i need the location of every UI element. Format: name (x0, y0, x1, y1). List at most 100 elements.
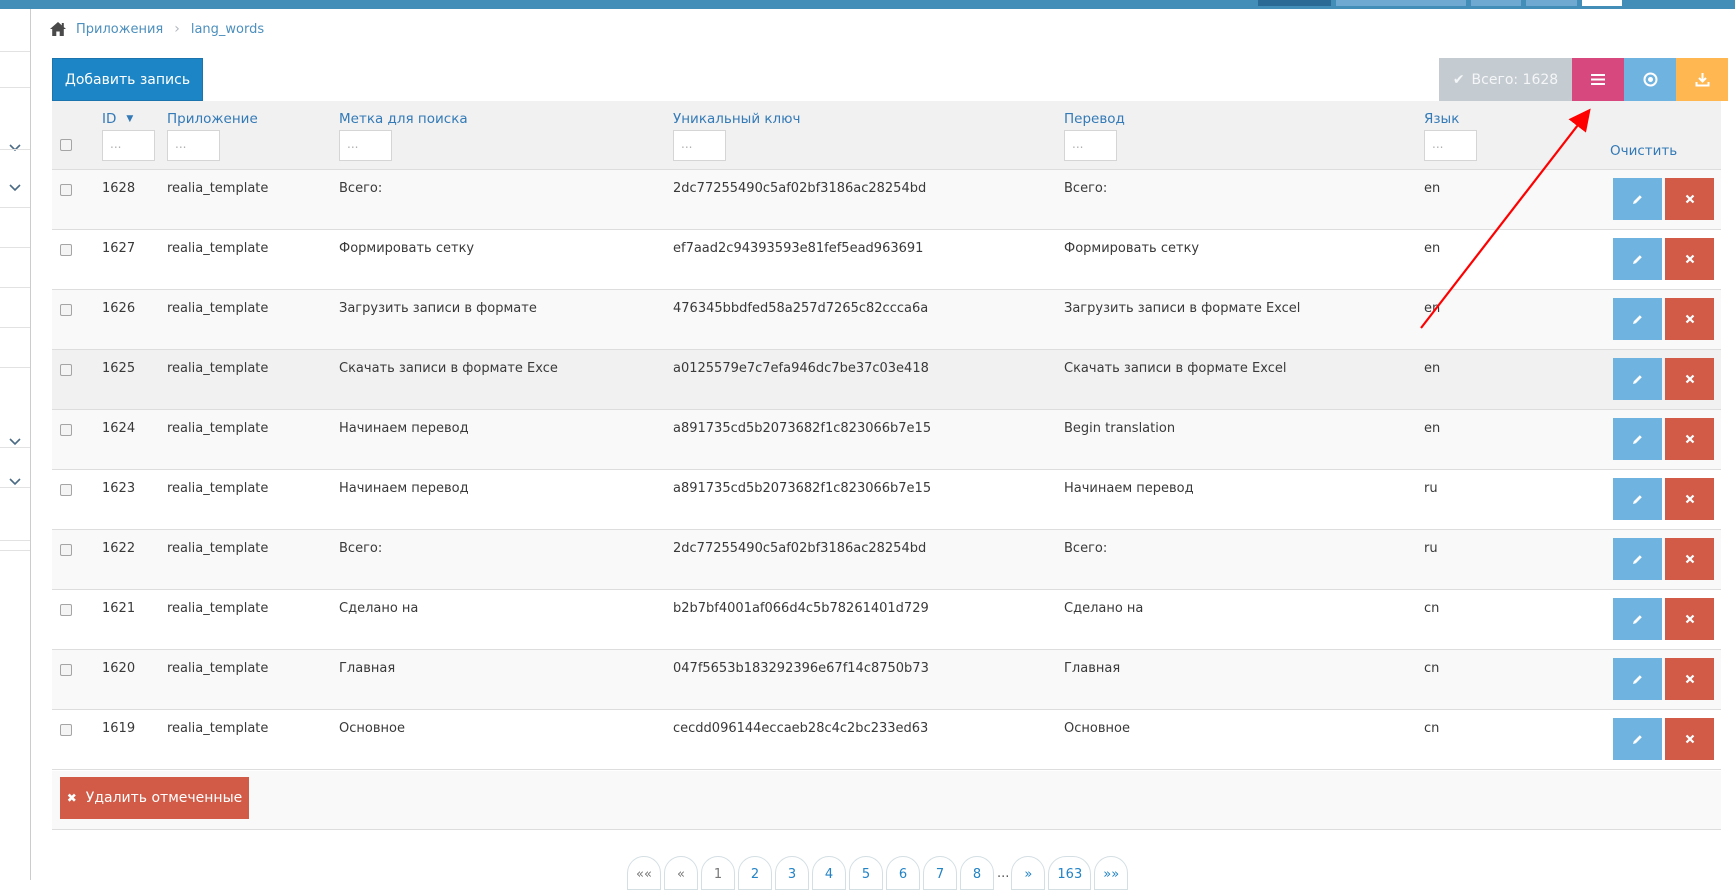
delete-button[interactable] (1665, 598, 1714, 640)
navbar-tab[interactable] (1336, 0, 1466, 6)
navbar-tab-active[interactable] (1258, 0, 1331, 6)
settings-button[interactable] (1624, 58, 1676, 101)
delete-button[interactable] (1665, 418, 1714, 460)
row-checkbox[interactable] (60, 484, 72, 496)
cell-unique-key: a0125579e7c7efa946dc7be37c03e418 (673, 361, 929, 376)
sidebar-divider (0, 247, 30, 248)
table-row[interactable]: 1624 realia_template Начинаем перевод a8917… (52, 410, 1721, 470)
cell-search-label: Начинаем перевод (339, 481, 469, 496)
table-row[interactable]: 1620 realia_template Главная 047f5653b18329… (52, 650, 1721, 710)
row-checkbox[interactable] (60, 184, 72, 196)
chevron-down-icon[interactable] (8, 434, 22, 448)
row-checkbox[interactable] (60, 304, 72, 316)
edit-button[interactable] (1613, 178, 1662, 220)
pagination-page[interactable]: 8 (960, 856, 994, 890)
pagination-page[interactable]: 3 (775, 856, 809, 890)
cell-app: realia_template (167, 421, 269, 436)
delete-button[interactable] (1665, 718, 1714, 760)
delete-button[interactable] (1665, 478, 1714, 520)
delete-selected-button[interactable]: ✖ Удалить отмеченные (60, 777, 249, 819)
delete-button[interactable] (1665, 298, 1714, 340)
pagination-page[interactable]: 1 (701, 856, 735, 890)
delete-button[interactable] (1665, 538, 1714, 580)
table-row[interactable]: 1626 realia_template Загрузить записи в фо… (52, 290, 1721, 350)
chevron-down-icon[interactable] (8, 474, 22, 488)
edit-button[interactable] (1613, 238, 1662, 280)
edit-button[interactable] (1613, 538, 1662, 580)
pagination-page[interactable]: 6 (886, 856, 920, 890)
pagination-prev[interactable]: « (664, 856, 698, 890)
list-icon (1591, 74, 1605, 85)
add-record-button[interactable]: Добавить запись (52, 58, 203, 101)
close-icon (1685, 734, 1694, 744)
table-row[interactable]: 1627 realia_template Формировать сетку ef7a… (52, 230, 1721, 290)
edit-button[interactable] (1613, 358, 1662, 400)
navbar-tab[interactable] (1526, 0, 1577, 6)
header-app[interactable]: Приложение (167, 111, 258, 127)
home-icon[interactable] (49, 21, 67, 37)
header-unique-key[interactable]: Уникальный ключ (673, 111, 801, 127)
chevron-down-icon[interactable] (8, 140, 22, 154)
total-count-button[interactable]: ✔ Всего: 1628 (1439, 58, 1572, 101)
filter-language-input[interactable]: ... (1424, 130, 1477, 161)
edit-button[interactable] (1613, 658, 1662, 700)
row-checkbox[interactable] (60, 724, 72, 736)
filter-unique-key-input[interactable]: ... (673, 130, 726, 161)
filter-id-input[interactable]: ... (102, 130, 155, 161)
download-button[interactable] (1676, 58, 1728, 101)
table-row[interactable]: 1619 realia_template Основное cecdd096144ec… (52, 710, 1721, 770)
row-checkbox[interactable] (60, 424, 72, 436)
table-row[interactable]: 1628 realia_template Всего: 2dc77255490c5af… (52, 170, 1721, 230)
cell-search-label: Всего: (339, 181, 383, 196)
edit-button[interactable] (1613, 598, 1662, 640)
delete-button[interactable] (1665, 238, 1714, 280)
edit-button[interactable] (1613, 298, 1662, 340)
clear-filters-link[interactable]: Очистить (1610, 143, 1677, 159)
navbar-tab[interactable] (1471, 0, 1521, 6)
breadcrumb-applications-link[interactable]: Приложения (76, 22, 163, 37)
header-translation[interactable]: Перевод (1064, 111, 1125, 127)
table-row[interactable]: 1621 realia_template Сделано на b2b7bf4001a… (52, 590, 1721, 650)
pencil-icon (1633, 254, 1642, 264)
filter-app-input[interactable]: ... (167, 130, 220, 161)
row-checkbox[interactable] (60, 604, 72, 616)
pagination-page[interactable]: 5 (849, 856, 883, 890)
close-icon (1685, 494, 1694, 504)
header-language[interactable]: Язык (1424, 111, 1459, 127)
table-row[interactable]: 1623 realia_template Начинаем перевод a8917… (52, 470, 1721, 530)
table-row[interactable]: 1622 realia_template Всего: 2dc77255490c5af… (52, 530, 1721, 590)
header-id[interactable]: ID ▼ (102, 111, 133, 127)
pencil-icon (1633, 194, 1642, 204)
row-checkbox[interactable] (60, 664, 72, 676)
pagination-first[interactable]: «« (627, 856, 661, 890)
columns-list-button[interactable] (1572, 58, 1624, 101)
navbar-tab[interactable] (1582, 0, 1622, 6)
delete-button[interactable] (1665, 658, 1714, 700)
cell-translation: Главная (1064, 661, 1121, 676)
edit-button[interactable] (1613, 718, 1662, 760)
delete-button[interactable] (1665, 178, 1714, 220)
table-header: ID ▼ Приложение Метка для поиска Уникальн… (52, 101, 1721, 170)
pagination-last-page[interactable]: 163 (1048, 856, 1092, 890)
pagination-page[interactable]: 7 (923, 856, 957, 890)
select-all-checkbox[interactable] (60, 139, 72, 151)
cell-id: 1628 (102, 181, 136, 196)
header-search-label[interactable]: Метка для поиска (339, 111, 468, 127)
pencil-icon (1633, 434, 1642, 444)
pagination-last[interactable]: »» (1094, 856, 1129, 890)
filter-search-label-input[interactable]: ... (339, 130, 392, 161)
cell-id: 1621 (102, 601, 136, 616)
edit-button[interactable] (1613, 478, 1662, 520)
row-checkbox[interactable] (60, 544, 72, 556)
pagination-page[interactable]: 4 (812, 856, 846, 890)
chevron-down-icon[interactable] (8, 180, 22, 194)
pagination-next[interactable]: » (1011, 856, 1046, 890)
table-row[interactable]: 1625 realia_template Скачать записи в форм… (52, 350, 1721, 410)
filter-translation-input[interactable]: ... (1064, 130, 1117, 161)
cell-language: en (1424, 361, 1441, 376)
pagination-page[interactable]: 2 (738, 856, 772, 890)
edit-button[interactable] (1613, 418, 1662, 460)
row-checkbox[interactable] (60, 244, 72, 256)
row-checkbox[interactable] (60, 364, 72, 376)
delete-button[interactable] (1665, 358, 1714, 400)
